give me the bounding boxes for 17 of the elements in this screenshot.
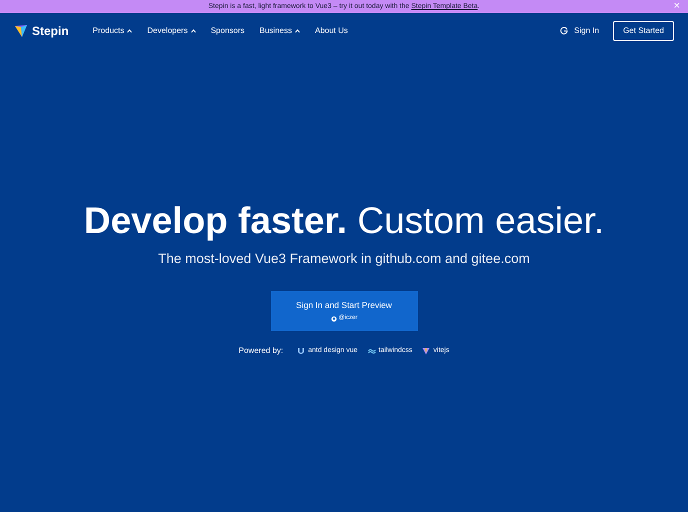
logo-icon [14, 24, 28, 38]
sign-in-link[interactable]: Sign In [574, 25, 600, 37]
get-started-button[interactable]: Get Started [613, 21, 674, 41]
shield-icon [297, 347, 306, 356]
hero-subtitle: The most-loved Vue3 Framework in github.com and gitee.com [158, 250, 530, 268]
powered-by-label: Powered by: [238, 345, 284, 358]
nav-item[interactable]: Developers [147, 25, 196, 37]
logo-text[interactable]: Stepin [32, 22, 69, 40]
nav-item[interactable]: About Us [314, 25, 348, 37]
hero-title: Develop faster. Custom easier. [84, 199, 604, 243]
google-icon [560, 27, 568, 35]
nav-item[interactable]: Products [92, 25, 132, 37]
nav-item[interactable]: Business [260, 25, 300, 37]
wave-icon [368, 347, 376, 356]
nav-item[interactable]: Sponsors [210, 25, 245, 37]
logo-icon [422, 347, 430, 356]
button-label: Sign In and Start Preview [296, 299, 392, 312]
